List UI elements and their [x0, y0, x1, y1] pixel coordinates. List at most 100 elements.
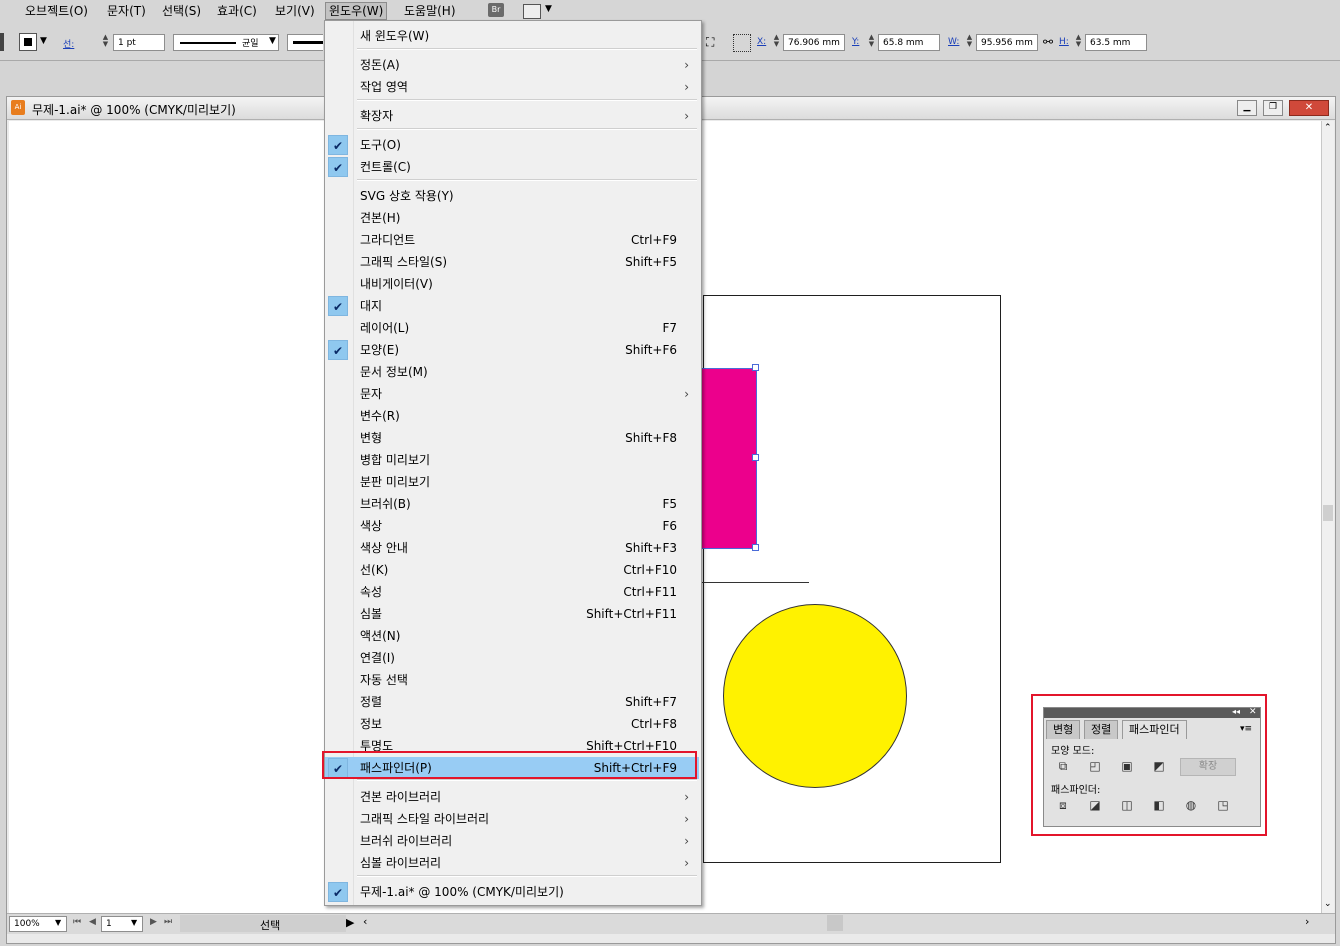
menu-effect[interactable]: 효과(C): [214, 3, 260, 19]
selection-handle[interactable]: [752, 364, 759, 371]
chevron-down-icon: ▼: [269, 36, 276, 46]
menu-item[interactable]: 속성 Ctrl+F11: [325, 581, 699, 603]
menu-item-label: 레이어(L): [360, 321, 410, 335]
menu-window[interactable]: 윈도우(W): [325, 2, 388, 20]
menu-item[interactable]: 액션(N): [325, 625, 699, 647]
menu-item-label: 견본(H): [360, 211, 401, 225]
menu-item[interactable]: 심볼 라이브러리 ›: [325, 852, 699, 874]
scroll-down-icon[interactable]: ⌄: [1324, 899, 1332, 909]
menu-item[interactable]: ✔ 모양(E) Shift+F6: [325, 339, 699, 361]
menu-item[interactable]: ✔ 무제-1.ai* @ 100% (CMYK/미리보기): [325, 881, 699, 903]
menu-type[interactable]: 문자(T): [104, 3, 149, 19]
h-field[interactable]: 63.5 mm: [1085, 34, 1147, 51]
y-label[interactable]: Y:: [852, 37, 859, 47]
h-spinner-icon[interactable]: ▲ ▼: [1075, 34, 1082, 49]
menu-item[interactable]: ✔ 대지: [325, 295, 699, 317]
first-page-icon[interactable]: ⏮: [73, 917, 81, 927]
menu-item[interactable]: 연결(I): [325, 647, 699, 669]
menu-item[interactable]: 브러쉬(B) F5: [325, 493, 699, 515]
brush-dropdown[interactable]: [287, 34, 323, 51]
menu-item[interactable]: 색상 F6: [325, 515, 699, 537]
transform-icon[interactable]: ⛶: [706, 35, 714, 50]
status-menu-icon[interactable]: ▶: [346, 916, 354, 929]
stroke-profile-dropdown[interactable]: 균일 ▼: [173, 34, 279, 51]
yellow-circle[interactable]: [723, 604, 907, 788]
scroll-up-icon[interactable]: ⌃: [1324, 123, 1332, 133]
chevron-down-icon[interactable]: ▼: [545, 4, 552, 14]
menu-item[interactable]: 브러쉬 라이브러리 ›: [325, 830, 699, 852]
scroll-left-icon[interactable]: ‹: [363, 915, 367, 928]
menu-item[interactable]: 작업 영역 ›: [325, 76, 699, 98]
x-field[interactable]: 76.906 mm: [783, 34, 845, 51]
menu-item[interactable]: 자동 선택: [325, 669, 699, 691]
menu-item[interactable]: ✔ 컨트롤(C): [325, 156, 699, 178]
menu-item[interactable]: 선(K) Ctrl+F10: [325, 559, 699, 581]
menu-item[interactable]: 그라디언트 Ctrl+F9: [325, 229, 699, 251]
menu-item[interactable]: 내비게이터(V): [325, 273, 699, 295]
arrange-documents-icon[interactable]: [523, 4, 541, 19]
y-field[interactable]: 65.8 mm: [878, 34, 940, 51]
menu-item[interactable]: 새 윈도우(W): [325, 25, 699, 47]
selection-handle[interactable]: [752, 454, 759, 461]
bridge-button[interactable]: Br: [488, 3, 504, 17]
scroll-thumb[interactable]: [1323, 505, 1333, 521]
x-label[interactable]: X:: [757, 37, 766, 47]
x-spinner-icon[interactable]: ▲ ▼: [773, 34, 780, 49]
prev-page-icon[interactable]: ◀: [89, 917, 96, 927]
menu-select[interactable]: 선택(S): [159, 3, 204, 19]
restore-icon[interactable]: ❐: [1263, 100, 1283, 116]
chevron-down-icon[interactable]: ▼: [131, 918, 137, 927]
stroke-spinner-icon[interactable]: ▲ ▼: [102, 34, 109, 49]
menu-separator: [357, 48, 697, 50]
menu-item-shortcut: Ctrl+F10: [623, 563, 677, 577]
y-spinner-icon[interactable]: ▲ ▼: [868, 34, 875, 49]
h-scroll-thumb[interactable]: [827, 915, 843, 931]
menu-item[interactable]: SVG 상호 작용(Y): [325, 185, 699, 207]
h-label[interactable]: H:: [1059, 37, 1069, 47]
stroke-label[interactable]: 선:: [63, 37, 74, 50]
menu-item[interactable]: 병합 미리보기: [325, 449, 699, 471]
last-page-icon[interactable]: ⏭: [164, 917, 172, 927]
menu-item[interactable]: 색상 안내 Shift+F3: [325, 537, 699, 559]
w-field[interactable]: 95.956 mm: [976, 34, 1038, 51]
stroke-weight-field[interactable]: 1 pt: [113, 34, 165, 51]
close-icon[interactable]: ✕: [1289, 100, 1329, 116]
stroke-color-swatch[interactable]: [19, 33, 37, 51]
selection-handle[interactable]: [752, 544, 759, 551]
menu-item[interactable]: 레이어(L) F7: [325, 317, 699, 339]
line-object[interactable]: [689, 582, 809, 583]
scroll-right-icon[interactable]: ›: [1305, 915, 1309, 928]
menu-item-label: 견본 라이브러리: [360, 790, 442, 804]
stroke-color-icon: [24, 38, 32, 46]
minimize-icon[interactable]: ▁: [1237, 100, 1257, 116]
chevron-down-icon[interactable]: ▼: [55, 918, 61, 927]
reference-point-icon[interactable]: [733, 34, 751, 52]
menu-item[interactable]: 분판 미리보기: [325, 471, 699, 493]
menu-object[interactable]: 오브젝트(O): [22, 3, 91, 19]
menu-item[interactable]: 견본 라이브러리 ›: [325, 786, 699, 808]
status-tool-box[interactable]: 선택: [180, 915, 346, 932]
menu-item[interactable]: 변수(R): [325, 405, 699, 427]
status-tool-label: 선택: [260, 919, 281, 932]
menu-item[interactable]: 확장자 ›: [325, 105, 699, 127]
chevron-down-icon[interactable]: ▼: [40, 36, 47, 46]
vertical-scrollbar[interactable]: ⌃ ⌄: [1321, 121, 1334, 913]
menu-item-label: 모양(E): [360, 343, 400, 357]
menu-item[interactable]: 정돈(A) ›: [325, 54, 699, 76]
menu-item[interactable]: ✔ 도구(O): [325, 134, 699, 156]
menu-item[interactable]: 그래픽 스타일 라이브러리 ›: [325, 808, 699, 830]
menu-item[interactable]: 문서 정보(M): [325, 361, 699, 383]
menu-item[interactable]: 견본(H): [325, 207, 699, 229]
w-spinner-icon[interactable]: ▲ ▼: [966, 34, 973, 49]
menu-help[interactable]: 도움말(H): [401, 3, 459, 19]
menu-item[interactable]: 문자 ›: [325, 383, 699, 405]
menu-item[interactable]: 정렬 Shift+F7: [325, 691, 699, 713]
menu-item[interactable]: 심볼 Shift+Ctrl+F11: [325, 603, 699, 625]
w-label[interactable]: W:: [948, 37, 959, 47]
menu-item[interactable]: 변형 Shift+F8: [325, 427, 699, 449]
link-icon[interactable]: ⚯: [1043, 35, 1053, 49]
menu-item[interactable]: 정보 Ctrl+F8: [325, 713, 699, 735]
menu-item[interactable]: 그래픽 스타일(S) Shift+F5: [325, 251, 699, 273]
menu-view[interactable]: 보기(V): [272, 3, 318, 19]
next-page-icon[interactable]: ▶: [150, 917, 157, 927]
